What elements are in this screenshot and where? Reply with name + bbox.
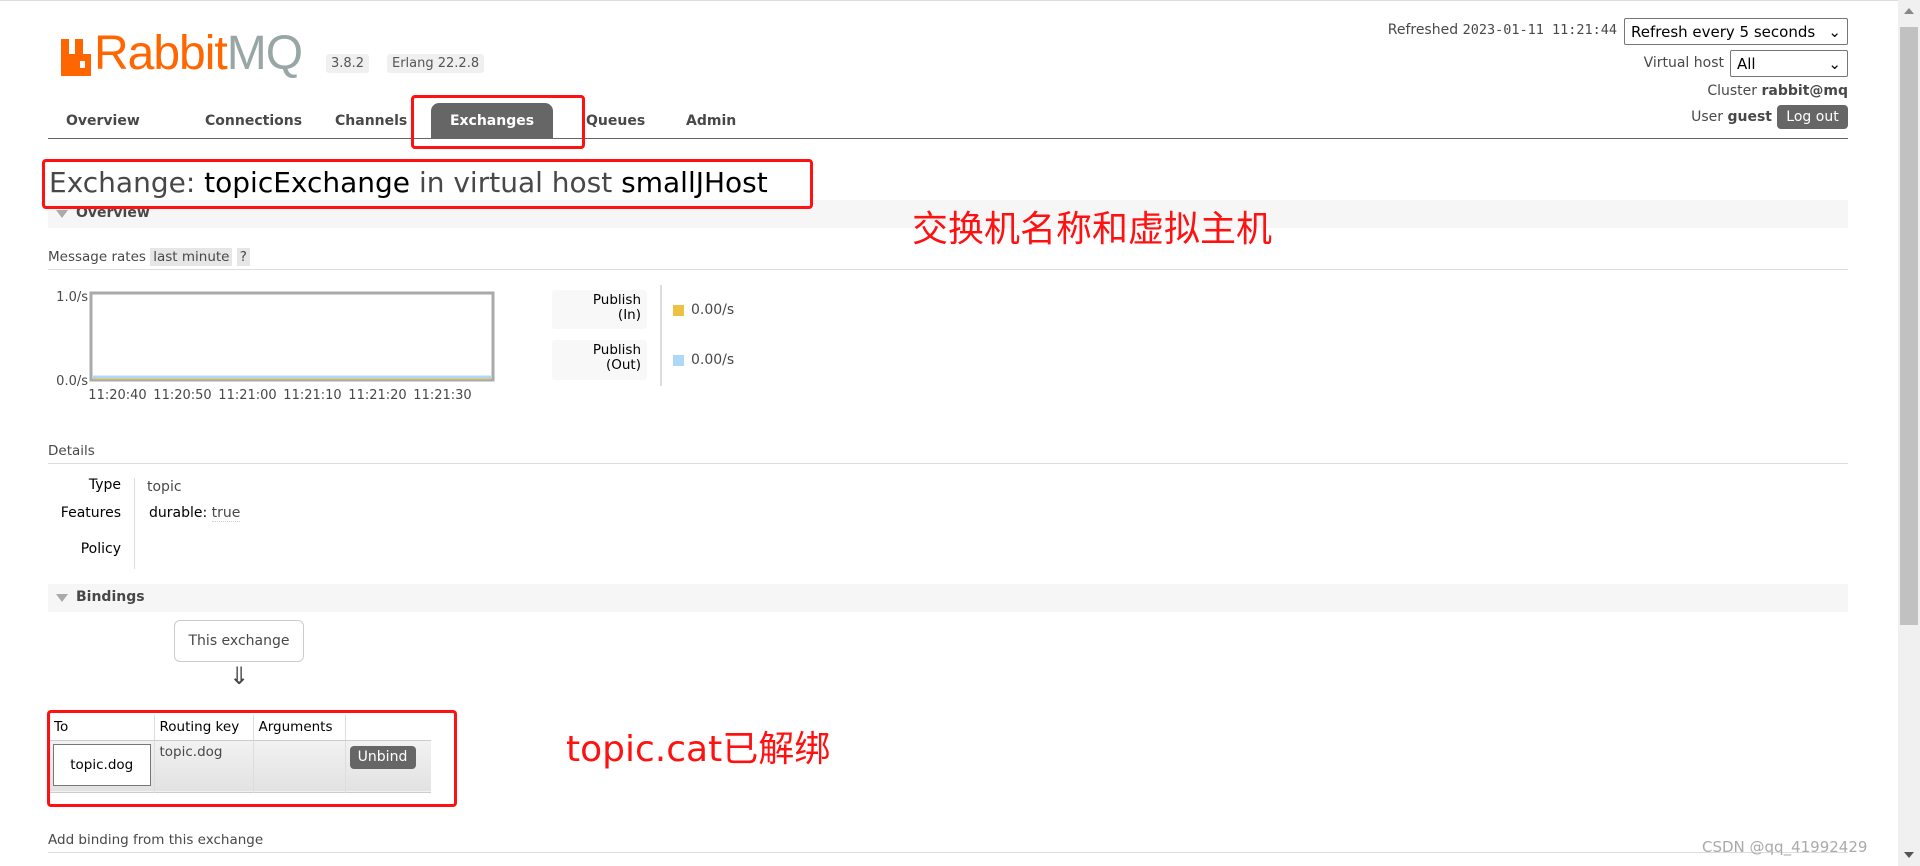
collapse-triangle-icon bbox=[56, 210, 68, 218]
add-binding-heading: Add binding from this exchange bbox=[48, 832, 1848, 853]
publish-out-color-swatch bbox=[673, 355, 684, 366]
type-label: Type bbox=[88, 477, 121, 493]
top-border bbox=[0, 0, 1920, 1]
highlight-box-bindings bbox=[47, 710, 457, 807]
policy-label: Policy bbox=[80, 541, 121, 557]
refresh-interval-select[interactable]: Refresh every 5 seconds ⌄ bbox=[1624, 18, 1848, 45]
y-tick-label: 0.0/s bbox=[56, 374, 88, 389]
down-arrow-icon: ⇓ bbox=[229, 662, 250, 690]
scroll-up-icon[interactable] bbox=[1904, 8, 1914, 14]
main-nav: Overview Connections Channels Exchanges … bbox=[48, 103, 1848, 139]
type-value: topic bbox=[147, 479, 182, 495]
highlight-box-title bbox=[42, 159, 813, 209]
tab-overview[interactable]: Overview bbox=[48, 103, 158, 139]
range-selector[interactable]: last minute bbox=[150, 248, 233, 266]
legend-publish-in: Publish (In) bbox=[552, 290, 647, 329]
logo-text: RabbitMQ bbox=[94, 27, 303, 80]
tab-connections[interactable]: Connections bbox=[187, 103, 320, 139]
x-tick-label: 11:20:50 bbox=[153, 388, 211, 403]
y-tick-label: 1.0/s bbox=[56, 290, 88, 305]
x-tick-label: 11:21:30 bbox=[413, 388, 471, 403]
x-tick-label: 11:21:10 bbox=[283, 388, 341, 403]
chevron-down-icon: ⌄ bbox=[1828, 22, 1841, 41]
tab-admin[interactable]: Admin bbox=[668, 103, 754, 139]
annotation-binding-note: topic.cat已解绑 bbox=[566, 729, 831, 770]
csdn-watermark: CSDN @qq_41992429 bbox=[1702, 838, 1868, 856]
help-button[interactable]: ? bbox=[236, 248, 250, 266]
annotation-title-note: 交换机名称和虚拟主机 bbox=[912, 209, 1273, 250]
rabbit-logo-icon bbox=[61, 39, 91, 76]
publish-in-color-swatch bbox=[673, 305, 684, 316]
legend-publish-out: Publish (Out) bbox=[552, 340, 647, 380]
message-rates-chart: 1.0/s 0.0/s11:20:40 11:20:50 11:21:00 11:21:… bbox=[56, 290, 495, 403]
x-tick-label: 11:21:00 bbox=[218, 388, 276, 403]
erlang-badge: Erlang 22.2.8 bbox=[387, 54, 485, 73]
refreshed-status: Refreshed 2023-01-11 11:21:44 bbox=[1387, 22, 1617, 38]
collapse-triangle-icon bbox=[56, 594, 68, 602]
vhost-select[interactable]: All ⌄ bbox=[1730, 50, 1848, 77]
x-tick-label: 11:21:20 bbox=[348, 388, 406, 403]
publish-out-rate: 0.00/s bbox=[691, 352, 735, 368]
version-badge: 3.8.2 bbox=[326, 54, 370, 73]
scrollbar-thumb[interactable] bbox=[1900, 27, 1918, 625]
features-label: Features bbox=[60, 505, 121, 521]
highlight-box-tab bbox=[411, 95, 585, 149]
publish-in-rate: 0.00/s bbox=[691, 302, 735, 318]
message-rates-header: Message rates last minute ? bbox=[48, 248, 1848, 270]
cluster-info: Cluster rabbit@mq bbox=[1707, 83, 1848, 99]
chevron-down-icon: ⌄ bbox=[1828, 54, 1841, 73]
chart-plot-area bbox=[89, 291, 495, 382]
scrollbar[interactable] bbox=[1898, 0, 1920, 866]
durable-feature: durable: true bbox=[149, 505, 241, 522]
tab-channels[interactable]: Channels bbox=[317, 103, 425, 139]
x-tick-label: 11:20:40 bbox=[88, 388, 146, 403]
details-divider bbox=[134, 478, 135, 569]
this-exchange-box: This exchange bbox=[174, 620, 304, 662]
bindings-section-header[interactable]: Bindings bbox=[48, 584, 1848, 612]
scroll-down-icon[interactable] bbox=[1904, 852, 1914, 858]
vhost-label: Virtual host bbox=[1643, 55, 1724, 71]
rabbitmq-logo[interactable]: RabbitMQ bbox=[61, 27, 303, 80]
legend-divider bbox=[660, 285, 662, 386]
details-heading: Details bbox=[48, 443, 1848, 464]
